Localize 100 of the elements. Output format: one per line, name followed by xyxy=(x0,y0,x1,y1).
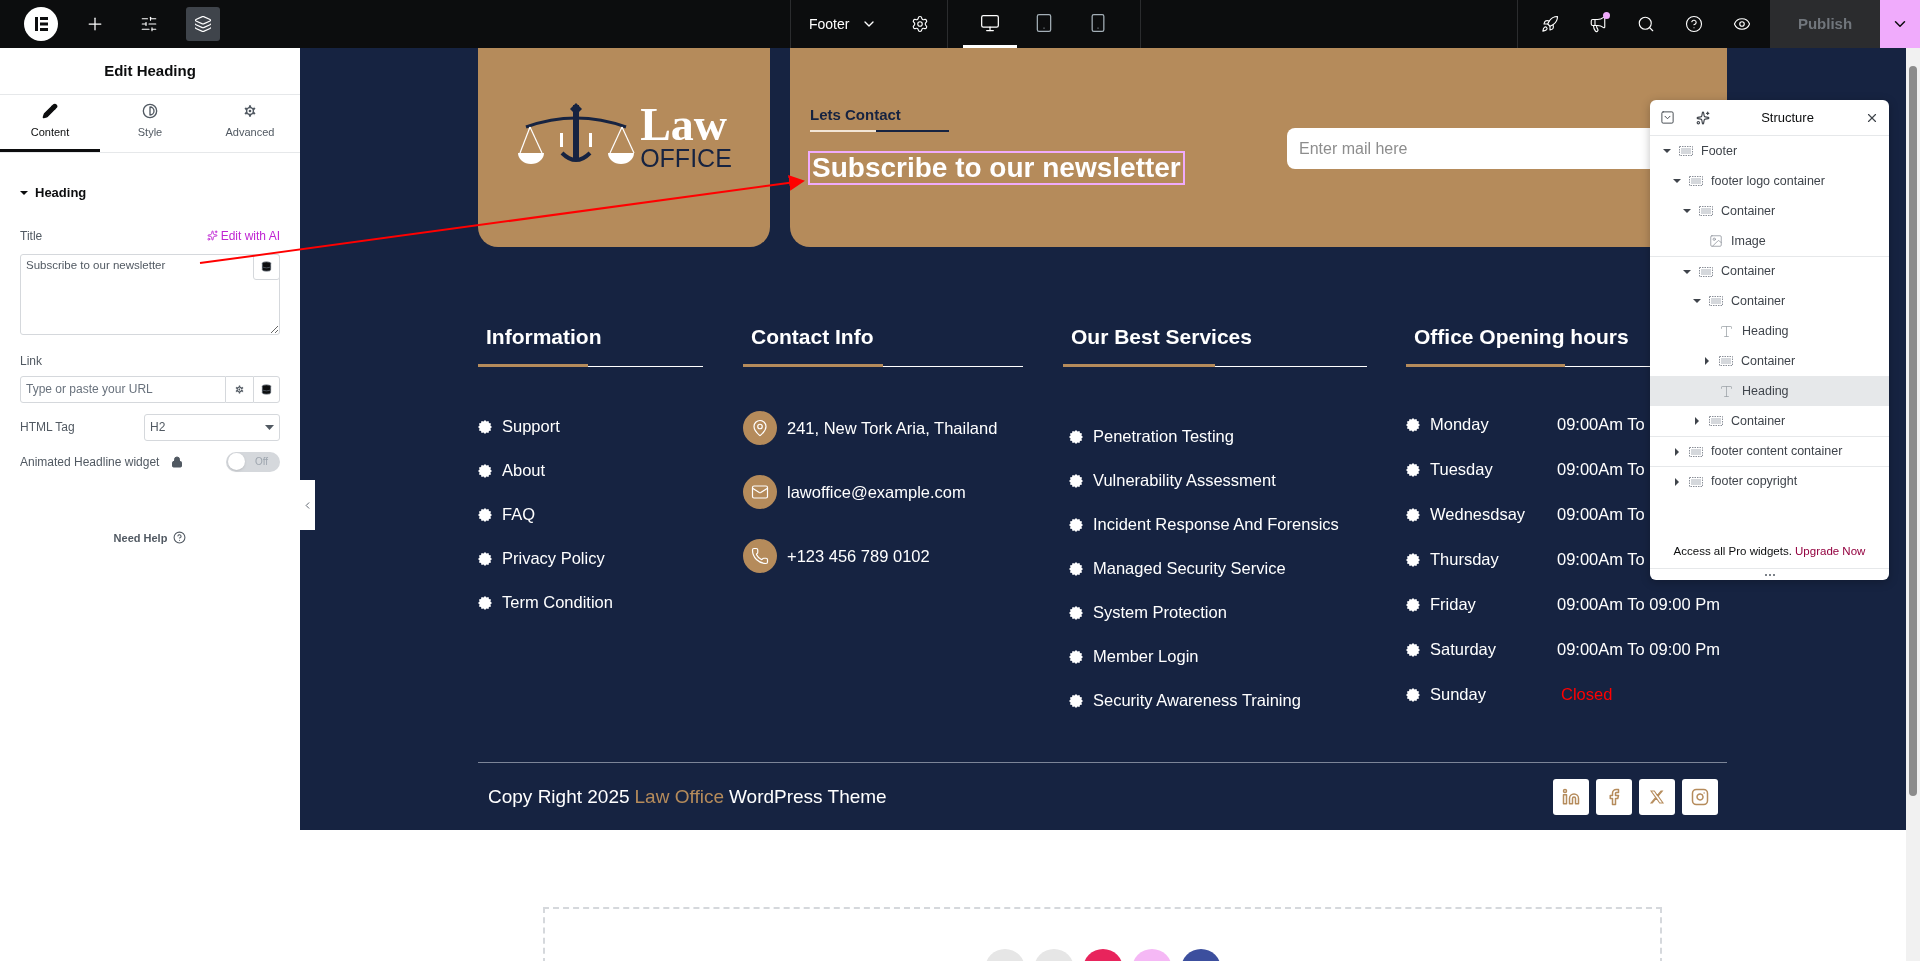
container-icon xyxy=(1699,206,1713,216)
footer-link[interactable]: Support xyxy=(502,415,560,438)
document-dropdown[interactable]: Footer xyxy=(809,13,878,35)
caret-down-icon[interactable] xyxy=(1693,297,1701,305)
starburst-icon xyxy=(1406,552,1420,567)
contact-text: 241, New Tork Aria, Thailand xyxy=(787,417,998,439)
sparkles-icon[interactable] xyxy=(1696,110,1710,125)
structure-item[interactable]: Image xyxy=(1650,226,1889,256)
structure-item[interactable]: Footer xyxy=(1650,136,1889,166)
search-icon xyxy=(1637,15,1655,33)
logo-wordmark: Law xyxy=(640,104,728,145)
caret-down-icon xyxy=(20,188,28,197)
social-button[interactable] xyxy=(1553,779,1589,815)
service-link[interactable]: Managed Security Service xyxy=(1093,557,1286,580)
structure-button[interactable] xyxy=(186,7,220,41)
footer-link[interactable]: Term Condition xyxy=(502,591,613,614)
newsletter-heading: Subscribe to our newsletter xyxy=(810,152,1183,183)
need-help-link[interactable]: Need Help xyxy=(113,529,168,546)
structure-item[interactable]: Heading xyxy=(1650,376,1889,406)
email-input[interactable]: Enter mail here xyxy=(1287,128,1650,169)
opening-time: Closed xyxy=(1560,684,1613,705)
footer-link[interactable]: About xyxy=(502,459,546,482)
upgrade-link[interactable]: Upgrade Now xyxy=(1795,544,1866,557)
title-textarea[interactable]: Subscribe to our newsletter xyxy=(20,253,280,335)
elementor-logo[interactable] xyxy=(24,7,58,41)
starburst-icon xyxy=(478,419,492,434)
edit-with-ai-link[interactable]: Edit with AI xyxy=(206,226,280,245)
sliders-icon xyxy=(140,15,158,33)
text-icon xyxy=(1719,323,1734,339)
starburst-icon xyxy=(1406,687,1420,702)
structure-title: Structure xyxy=(1760,108,1815,127)
field-label: Title xyxy=(20,227,43,245)
dynamic-tags-button[interactable] xyxy=(253,375,280,403)
service-link[interactable]: Incident Response And Forensics xyxy=(1093,513,1339,536)
weekday: Friday xyxy=(1430,594,1477,615)
structure-item[interactable]: Container xyxy=(1650,406,1889,436)
link-options-button[interactable] xyxy=(226,375,253,403)
caret-down-icon[interactable] xyxy=(1663,147,1671,155)
starburst-icon xyxy=(1069,693,1083,708)
service-link[interactable]: System Protection xyxy=(1093,601,1227,624)
text-icon xyxy=(1719,383,1734,399)
starburst-icon xyxy=(1069,473,1083,488)
copyright-text: Copy Right 2025 Law Office WordPress Theme xyxy=(488,784,887,809)
weekday: Wednesdsay xyxy=(1430,504,1527,525)
caret-down-icon[interactable] xyxy=(1673,177,1681,185)
column-heading: Information xyxy=(486,324,602,350)
html-tag-select[interactable]: H2 xyxy=(144,413,280,441)
dropdown-icon[interactable] xyxy=(1660,110,1675,125)
help-icon xyxy=(1685,15,1703,33)
social-button[interactable] xyxy=(1682,779,1718,815)
structure-item[interactable]: Container xyxy=(1650,286,1889,316)
help-icon xyxy=(173,531,187,545)
container-icon xyxy=(1689,176,1703,186)
container-icon xyxy=(1699,266,1713,277)
opening-time: 09:00Am To xyxy=(1557,414,1645,435)
settings-button[interactable] xyxy=(911,15,930,33)
instagram-icon xyxy=(1691,788,1709,806)
service-link[interactable]: Vulnerability Assessment xyxy=(1093,469,1276,492)
panel-tab[interactable]: Style xyxy=(100,95,200,152)
panel-tab[interactable]: Content xyxy=(0,95,100,152)
link-input[interactable]: Type or paste your URL xyxy=(20,375,226,403)
caret-right-icon[interactable] xyxy=(1673,447,1681,456)
structure-item[interactable]: footer content container xyxy=(1650,436,1889,466)
structure-item[interactable]: footer copyright xyxy=(1650,466,1889,496)
sparkles-icon xyxy=(206,230,218,241)
scrollbar[interactable] xyxy=(1906,48,1920,961)
social-button[interactable] xyxy=(1596,779,1632,815)
image-icon xyxy=(1709,234,1723,248)
caret-down-icon[interactable] xyxy=(1683,207,1691,215)
social-button[interactable] xyxy=(1639,779,1675,815)
starburst-icon xyxy=(1406,642,1420,657)
structure-item[interactable]: Container xyxy=(1650,196,1889,226)
starburst-icon xyxy=(478,463,492,478)
structure-item[interactable]: Container xyxy=(1650,346,1889,376)
service-link[interactable]: Security Awareness Training xyxy=(1093,689,1301,712)
phone-icon xyxy=(751,547,769,565)
structure-item[interactable]: Container xyxy=(1650,256,1889,286)
field-label: Link xyxy=(20,352,43,370)
caret-right-icon[interactable] xyxy=(1693,417,1701,425)
database-icon xyxy=(261,383,272,395)
service-link[interactable]: Penetration Testing xyxy=(1093,425,1234,448)
structure-item[interactable]: Heading xyxy=(1650,316,1889,346)
layers-icon xyxy=(194,15,212,33)
weekday: Tuesday xyxy=(1430,459,1494,480)
structure-item[interactable]: footer logo container xyxy=(1650,166,1889,196)
section-toggle[interactable]: Heading xyxy=(20,183,280,203)
container-icon xyxy=(1679,146,1693,156)
database-icon xyxy=(261,261,272,272)
panel-tab[interactable]: Advanced xyxy=(200,95,300,152)
caret-right-icon[interactable] xyxy=(1673,477,1681,486)
linkedin-icon xyxy=(1562,788,1580,806)
settings-icon xyxy=(242,103,258,120)
container-icon xyxy=(1689,476,1703,487)
service-link[interactable]: Member Login xyxy=(1093,645,1199,668)
drag-handle-icon[interactable] xyxy=(1764,573,1775,576)
caret-down-icon[interactable] xyxy=(1683,267,1691,276)
footer-link[interactable]: Privacy Policy xyxy=(502,547,605,570)
starburst-icon xyxy=(1069,517,1083,532)
dynamic-tags-button[interactable] xyxy=(253,253,280,280)
footer-link[interactable]: FAQ xyxy=(502,503,535,526)
